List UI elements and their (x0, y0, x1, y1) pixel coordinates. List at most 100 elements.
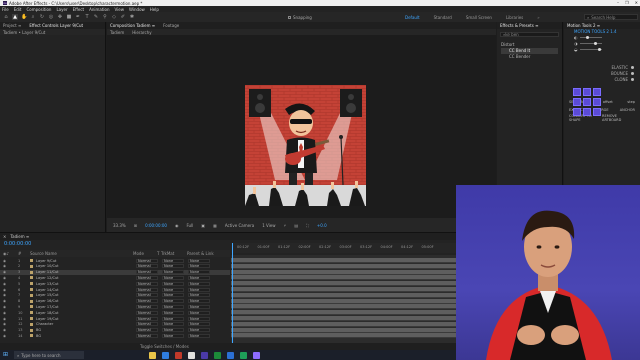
flowchart-icon[interactable]: ⛶ (306, 223, 309, 228)
eye-icon[interactable]: ◉ (0, 293, 18, 297)
layer-name[interactable]: Layer 10/Cut (36, 264, 136, 268)
menu-view[interactable]: View (115, 7, 125, 12)
layer-row[interactable]: ◉ 10 Layer 18/Cut Normal None None (0, 310, 230, 315)
close-icon[interactable]: × (3, 234, 6, 239)
layer-label-color[interactable] (30, 276, 33, 280)
menu-effect[interactable]: Effect (73, 7, 85, 12)
rotate-tool-icon[interactable]: ↻ (39, 14, 45, 20)
layer-label-color[interactable] (30, 264, 33, 268)
layer-parent-dropdown[interactable]: None (188, 264, 210, 269)
slider-knob[interactable] (597, 47, 601, 51)
layer-label-color[interactable] (30, 305, 33, 309)
layer-name[interactable]: Layer 12/Cut (36, 276, 136, 280)
anchor-cell[interactable] (593, 108, 601, 116)
transparency-grid-icon[interactable]: ▦ (213, 223, 217, 228)
layer-label-color[interactable] (30, 299, 33, 303)
layer-track-bar[interactable] (231, 269, 456, 275)
workspace-standard[interactable]: Standard (434, 15, 452, 20)
slider-knob[interactable] (585, 35, 589, 39)
tab-project[interactable]: Project ≡ (3, 23, 21, 28)
menu-help[interactable]: Help (150, 7, 159, 12)
eye-icon[interactable]: ◉ (0, 322, 18, 326)
layer-parent-dropdown[interactable]: None (188, 328, 210, 333)
taskbar-app-icon[interactable] (201, 351, 208, 359)
brush-tool-icon[interactable]: ✎ (93, 14, 99, 20)
pen-tool-icon[interactable]: ✒ (75, 14, 81, 20)
effects-search-input[interactable]: ⌕ ke ben (500, 32, 559, 37)
eye-icon[interactable]: ◉ (0, 259, 18, 263)
menu-file[interactable]: File (2, 7, 9, 12)
layer-parent-dropdown[interactable]: None (188, 299, 210, 304)
region-of-interest-icon[interactable]: ▣ (201, 223, 205, 228)
eye-icon[interactable]: ◉ (0, 317, 18, 321)
anchor-cell[interactable] (573, 88, 581, 96)
layer-name[interactable]: Layer 9/Cut (36, 259, 136, 263)
layer-mode-dropdown[interactable]: Normal (136, 310, 158, 315)
type-tool-icon[interactable]: T (84, 14, 90, 20)
layer-label-color[interactable] (30, 334, 33, 338)
layer-trkmat-dropdown[interactable]: None (162, 333, 184, 338)
layer-row[interactable]: ◉ 1 Layer 9/Cut Normal None None (0, 258, 230, 263)
layer-row[interactable]: ◉ 3 Layer 11/Cut Normal None None (0, 269, 230, 275)
layer-parent-dropdown[interactable]: None (188, 316, 210, 321)
layer-trkmat-dropdown[interactable]: None (162, 293, 184, 298)
layer-label-color[interactable] (30, 270, 33, 274)
layer-parent-dropdown[interactable]: None (188, 304, 210, 309)
eye-icon[interactable]: ◉ (0, 276, 18, 280)
current-time-display[interactable]: 0:00:00:00 (145, 223, 167, 228)
slider-track[interactable] (579, 41, 602, 45)
anchor-cell[interactable] (583, 88, 591, 96)
layer-parent-dropdown[interactable]: None (188, 275, 210, 280)
sequence-step[interactable]: step (627, 100, 635, 104)
layer-label-color[interactable] (30, 288, 33, 291)
layer-trkmat-dropdown[interactable]: None (162, 299, 184, 304)
layer-parent-dropdown[interactable]: None (188, 322, 210, 327)
layer-mode-dropdown[interactable]: Normal (136, 264, 158, 269)
layer-row[interactable]: ◉ 14 BG Normal None None (0, 333, 230, 338)
layer-parent-dropdown[interactable]: None (188, 258, 210, 263)
layer-row[interactable]: ◉ 7 Layer 15/Cut Normal None None (0, 293, 230, 298)
eye-icon[interactable]: ◉ (0, 334, 18, 338)
layer-parent-dropdown[interactable]: None (188, 333, 210, 338)
layer-row[interactable]: ◉ 4 Layer 12/Cut Normal None None (0, 275, 230, 280)
menu-window[interactable]: Window (129, 7, 145, 12)
layer-track-bar[interactable] (231, 287, 456, 292)
layer-mode-dropdown[interactable]: Normal (136, 281, 158, 286)
layer-name[interactable]: BG (36, 334, 136, 338)
layer-parent-dropdown[interactable]: None (188, 293, 210, 298)
eye-icon[interactable]: ◉ (0, 270, 18, 274)
layer-track-bar[interactable] (231, 258, 456, 263)
layer-row[interactable]: ◉ 11 Layer 19/Cut Normal None None (0, 316, 230, 321)
layer-name[interactable]: Layer 11/Cut (36, 270, 136, 274)
anchor-cell[interactable] (593, 88, 601, 96)
eye-icon[interactable]: ◉ (0, 311, 18, 315)
taskbar-app-icon[interactable] (214, 351, 221, 359)
anchor-button[interactable]: ANCHOR (620, 108, 635, 112)
layer-track-bar[interactable] (231, 316, 456, 321)
ease-slider-3[interactable]: ◒ (564, 46, 640, 52)
layer-trkmat-dropdown[interactable]: None (162, 328, 184, 333)
layer-row[interactable]: ◉ 9 Layer 17/Cut Normal None None (0, 304, 230, 309)
layer-track-bar[interactable] (231, 327, 456, 333)
layer-trkmat-dropdown[interactable]: None (162, 287, 184, 292)
snapping-checkbox[interactable] (288, 15, 291, 19)
eraser-tool-icon[interactable]: ◇ (111, 14, 117, 20)
remove-artboard-button[interactable]: REMOVE ARTBOARD (602, 114, 635, 122)
layer-name[interactable]: Layer 16/Cut (36, 299, 136, 303)
view-layout-dropdown[interactable]: 1 View (262, 223, 275, 228)
slider-knob[interactable] (593, 41, 597, 45)
time-ruler[interactable]: 00:12F 01:00F 01:12F 02:00F 02:12F 03:00F 03:1… (231, 243, 456, 253)
layer-track-bar[interactable] (231, 310, 456, 316)
taskbar-search[interactable]: ⌕ Type here to search (14, 351, 84, 359)
layer-name[interactable]: Layer 17/Cut (36, 305, 136, 309)
tab-composition[interactable]: Composition Tadiem ≡ (110, 23, 155, 28)
camera-tool-icon[interactable]: ◎ (48, 14, 54, 20)
zoom-tool-icon[interactable]: ⌕ (30, 14, 36, 20)
layer-row[interactable]: ◉ 13 BG Normal None None (0, 328, 230, 333)
layer-trkmat-dropdown[interactable]: None (162, 258, 184, 263)
tab-effects-presets[interactable]: Effects & Presets ≡ (500, 23, 538, 28)
taskbar-app-icon[interactable] (227, 351, 234, 359)
eye-icon[interactable]: ◉ (0, 288, 18, 292)
layer-trkmat-dropdown[interactable]: None (162, 270, 184, 275)
timeline-current-time[interactable]: 0:00:00:00 (4, 241, 31, 247)
